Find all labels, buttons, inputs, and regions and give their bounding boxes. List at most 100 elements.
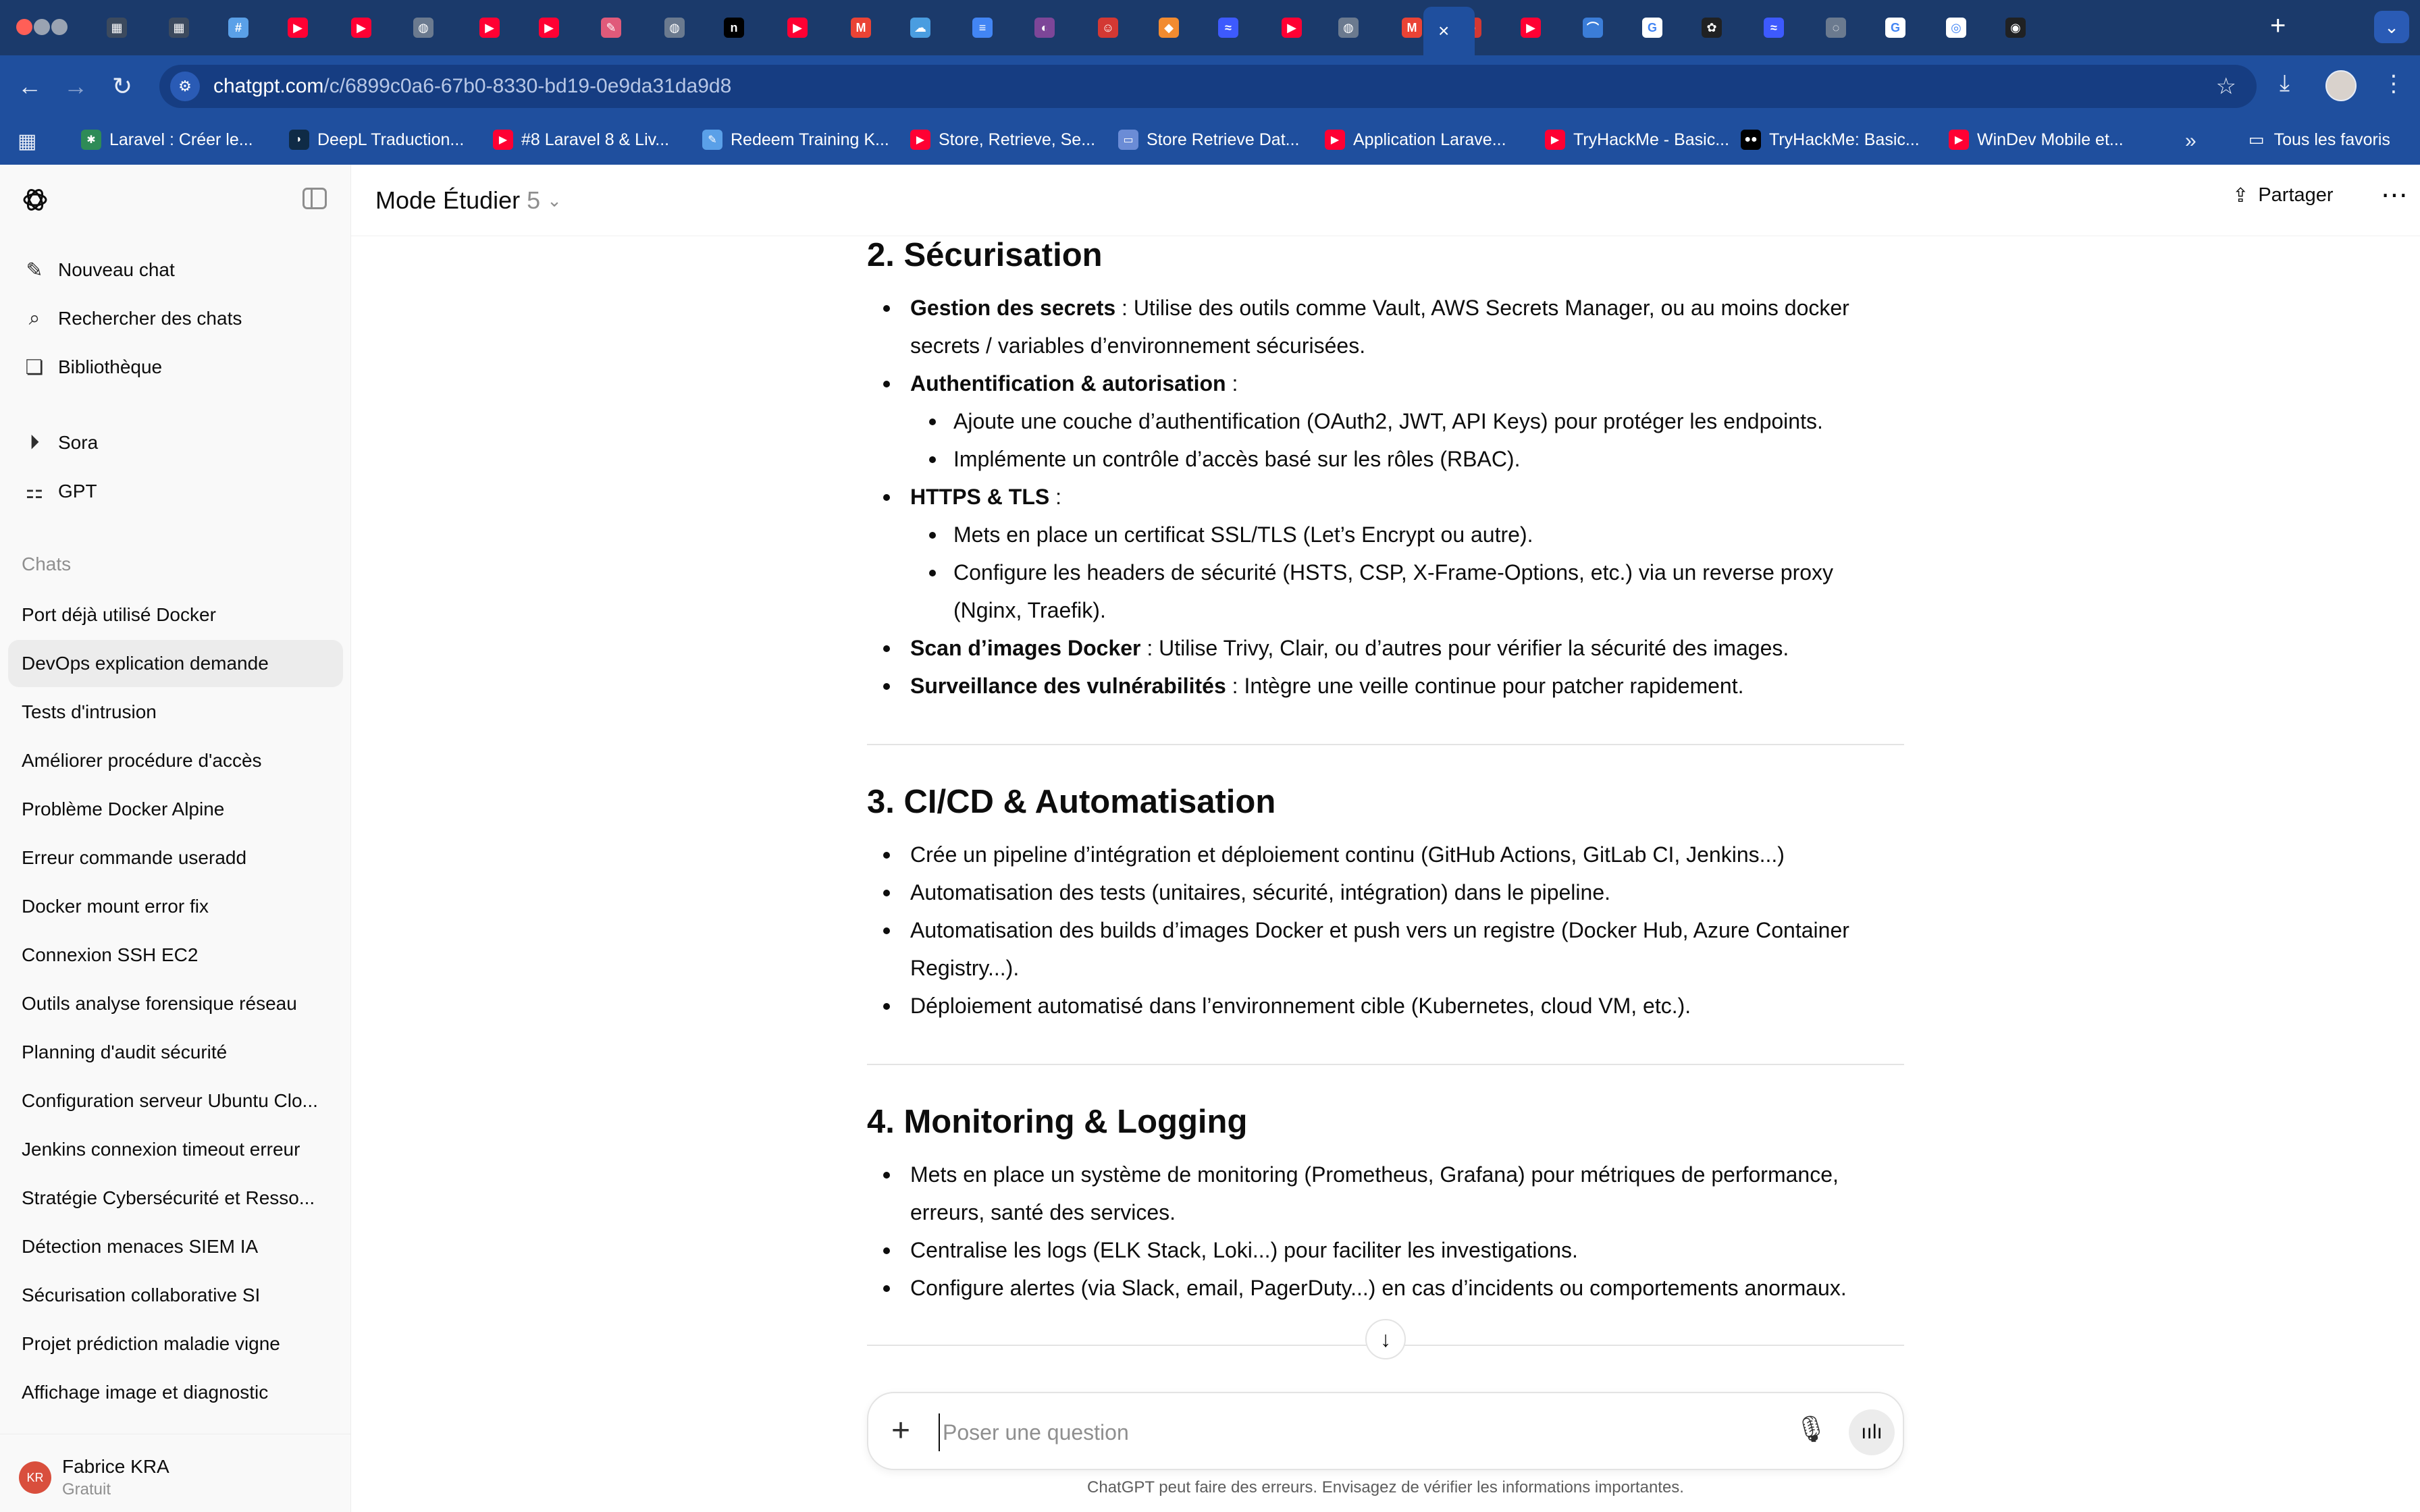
browser-tab[interactable]: ▦ — [163, 12, 221, 43]
browser-tab[interactable]: ◍ — [659, 12, 717, 43]
browser-tab[interactable]: ◎ — [1941, 12, 1999, 43]
chat-history-item[interactable]: Détection menaces SIEM IA — [8, 1223, 343, 1270]
gpt-label: GPT — [58, 481, 97, 502]
voice-mode-button[interactable]: ıılı — [1849, 1409, 1895, 1455]
browser-tab[interactable]: ◉ — [2000, 12, 2058, 43]
more-options-icon[interactable]: ⋯ — [2381, 180, 2408, 211]
all-bookmarks-folder[interactable]: ▭ Tous les favoris — [2248, 130, 2390, 150]
browser-tab[interactable]: ◌ — [1820, 12, 1878, 43]
chrome-icon: ◎ — [1946, 18, 1966, 38]
add-attachment-icon[interactable]: + — [891, 1411, 910, 1451]
tab-search-button[interactable]: ⌄ — [2374, 11, 2409, 43]
chat-history-item[interactable]: Connexion SSH EC2 — [8, 932, 343, 979]
download-icon[interactable]: ⤓ — [2280, 70, 2290, 97]
list-item: Automatisation des tests (unitaires, séc… — [883, 873, 1610, 911]
chat-history-item[interactable]: Problème Docker Alpine — [8, 786, 343, 833]
chat-history-item[interactable]: Projet prédiction maladie vigne — [8, 1320, 343, 1368]
chat-history-item[interactable]: Erreur commande useradd — [8, 834, 343, 882]
browser-tab[interactable]: ☺ — [1093, 12, 1151, 43]
microphone-icon[interactable]: 🎙 — [1795, 1415, 1827, 1444]
bookmark-item[interactable]: ▶ #8 Laravel 8 & Liv... — [493, 130, 669, 150]
browser-tab[interactable]: ✿ — [1696, 12, 1754, 43]
chat-history-item[interactable]: Planning d'audit sécurité — [8, 1029, 343, 1076]
gpt-button[interactable]: ⚏ GPT — [8, 471, 343, 512]
browser-tab[interactable]: # — [223, 12, 281, 43]
youtube-icon: ▶ — [351, 18, 371, 38]
chat-history-item[interactable]: Sécurisation collaborative SI — [8, 1272, 343, 1319]
youtube-icon: ▶ — [479, 18, 500, 38]
browser-tab[interactable]: ▶ — [1515, 12, 1573, 43]
bookmark-item[interactable]: ▶ WinDev Mobile et... — [1949, 130, 2124, 150]
minimize-window-button[interactable] — [34, 19, 50, 35]
back-arrow-icon[interactable]: ← — [18, 72, 42, 101]
chat-history-item[interactable]: Docker mount error fix — [8, 883, 343, 930]
chat-history-item[interactable]: Affichage image et diagnostic — [8, 1369, 343, 1416]
chat-history-item[interactable]: Port déjà utilisé Docker — [8, 591, 343, 639]
chat-history-item[interactable]: Jenkins connexion timeout erreur — [8, 1126, 343, 1173]
search-chats-label: Rechercher des chats — [58, 308, 242, 329]
browser-tab[interactable]: ≈ — [1758, 12, 1816, 43]
forward-arrow-icon[interactable]: → — [63, 72, 88, 101]
bookmark-item[interactable]: ▶ Application Larave... — [1325, 130, 1506, 150]
site-info-icon[interactable]: ⚙ — [170, 72, 200, 101]
apps-grid-icon[interactable]: ▦ — [18, 130, 36, 153]
user-menu[interactable]: KR Fabrice KRA Gratuit — [0, 1434, 350, 1512]
new-tab-button[interactable]: + — [2270, 11, 2286, 41]
maximize-window-button[interactable] — [51, 19, 68, 35]
chat-history-item[interactable]: Outils analyse forensique réseau — [8, 980, 343, 1027]
browser-tab[interactable]: ▦ — [101, 12, 159, 43]
browser-tab[interactable]: ▶ — [282, 12, 340, 43]
model-version: 5 — [527, 186, 541, 214]
sora-button[interactable]: ⏵ Sora — [8, 423, 343, 463]
browser-tab[interactable]: G — [1637, 12, 1695, 43]
browser-tab[interactable]: ◍ — [408, 12, 466, 43]
user-plan: Gratuit — [62, 1480, 111, 1498]
browser-tab[interactable]: ▶ — [474, 12, 532, 43]
collapse-sidebar-icon[interactable] — [302, 188, 327, 209]
profile-avatar[interactable] — [2325, 70, 2357, 101]
scroll-to-bottom-button[interactable]: ↓ — [1365, 1319, 1406, 1359]
bookmark-item[interactable]: ◗ DeepL Traduction... — [289, 130, 464, 150]
model-selector[interactable]: Mode Étudier 5 ⌄ — [375, 186, 562, 215]
bookmark-item[interactable]: ✎ Redeem Training K... — [702, 130, 889, 150]
browser-tab[interactable]: ▶ — [533, 12, 591, 43]
chat-history-item[interactable]: Stratégie Cybersécurité et Resso... — [8, 1174, 343, 1222]
chat-history-item[interactable]: DevOps explication demande — [8, 640, 343, 687]
chat-history-item[interactable]: Améliorer procédure d'accès — [8, 737, 343, 784]
close-tab-icon[interactable]: × — [1438, 20, 1449, 42]
browser-tab[interactable]: ☁ — [905, 12, 963, 43]
bookmark-item[interactable]: ▶ TryHackMe - Basic... — [1545, 130, 1729, 150]
browser-menu-icon[interactable]: ⋮ — [2382, 70, 2405, 97]
browser-tab[interactable]: ⌒ — [1577, 12, 1635, 43]
bookmark-item[interactable]: ▶ Store, Retrieve, Se... — [910, 130, 1095, 150]
browser-tab[interactable]: ▶ — [346, 12, 404, 43]
chatgpt-logo-icon[interactable] — [20, 185, 50, 215]
share-button[interactable]: ⇪ Partager — [2232, 184, 2334, 207]
bookmark-item[interactable]: ▭ Store Retrieve Dat... — [1118, 130, 1299, 150]
browser-tab[interactable]: n — [718, 12, 777, 43]
bookmark-item[interactable]: ✱ Laravel : Créer le... — [81, 130, 253, 150]
close-window-button[interactable] — [16, 19, 32, 35]
chat-history-item[interactable]: Tests d'intrusion — [8, 688, 343, 736]
bookmark-star-icon[interactable]: ☆ — [2216, 73, 2236, 100]
browser-tab[interactable]: M — [845, 12, 903, 43]
reload-icon[interactable]: ↻ — [112, 72, 132, 101]
address-bar[interactable]: ⚙ chatgpt.com/c/6899c0a6-67b0-8330-bd19-… — [159, 65, 2257, 108]
browser-tab[interactable]: ▶ — [1276, 12, 1334, 43]
search-chats-button[interactable]: ⌕ Rechercher des chats — [8, 298, 343, 339]
browser-tab[interactable]: ≡ — [967, 12, 1025, 43]
prompt-input[interactable] — [939, 1413, 1749, 1451]
browser-tab[interactable]: ▶ — [782, 12, 840, 43]
more-bookmarks-icon[interactable]: » — [2185, 130, 2197, 153]
browser-tab[interactable]: ✎ — [596, 12, 654, 43]
browser-tab[interactable]: ◐ — [1029, 12, 1087, 43]
bookmark-item[interactable]: ●● TryHackMe: Basic... — [1741, 130, 1920, 150]
chat-history-item[interactable]: Configuration serveur Ubuntu Clo... — [8, 1077, 343, 1125]
browser-tab[interactable]: ◍ — [1333, 12, 1391, 43]
new-chat-button[interactable]: ✎ Nouveau chat — [8, 250, 343, 290]
active-browser-tab[interactable]: × — [1423, 7, 1475, 55]
browser-tab[interactable]: ≈ — [1213, 12, 1271, 43]
library-button[interactable]: ❏ Bibliothèque — [8, 347, 343, 387]
browser-tab[interactable]: G — [1880, 12, 1938, 43]
browser-tab[interactable]: ◆ — [1153, 12, 1211, 43]
